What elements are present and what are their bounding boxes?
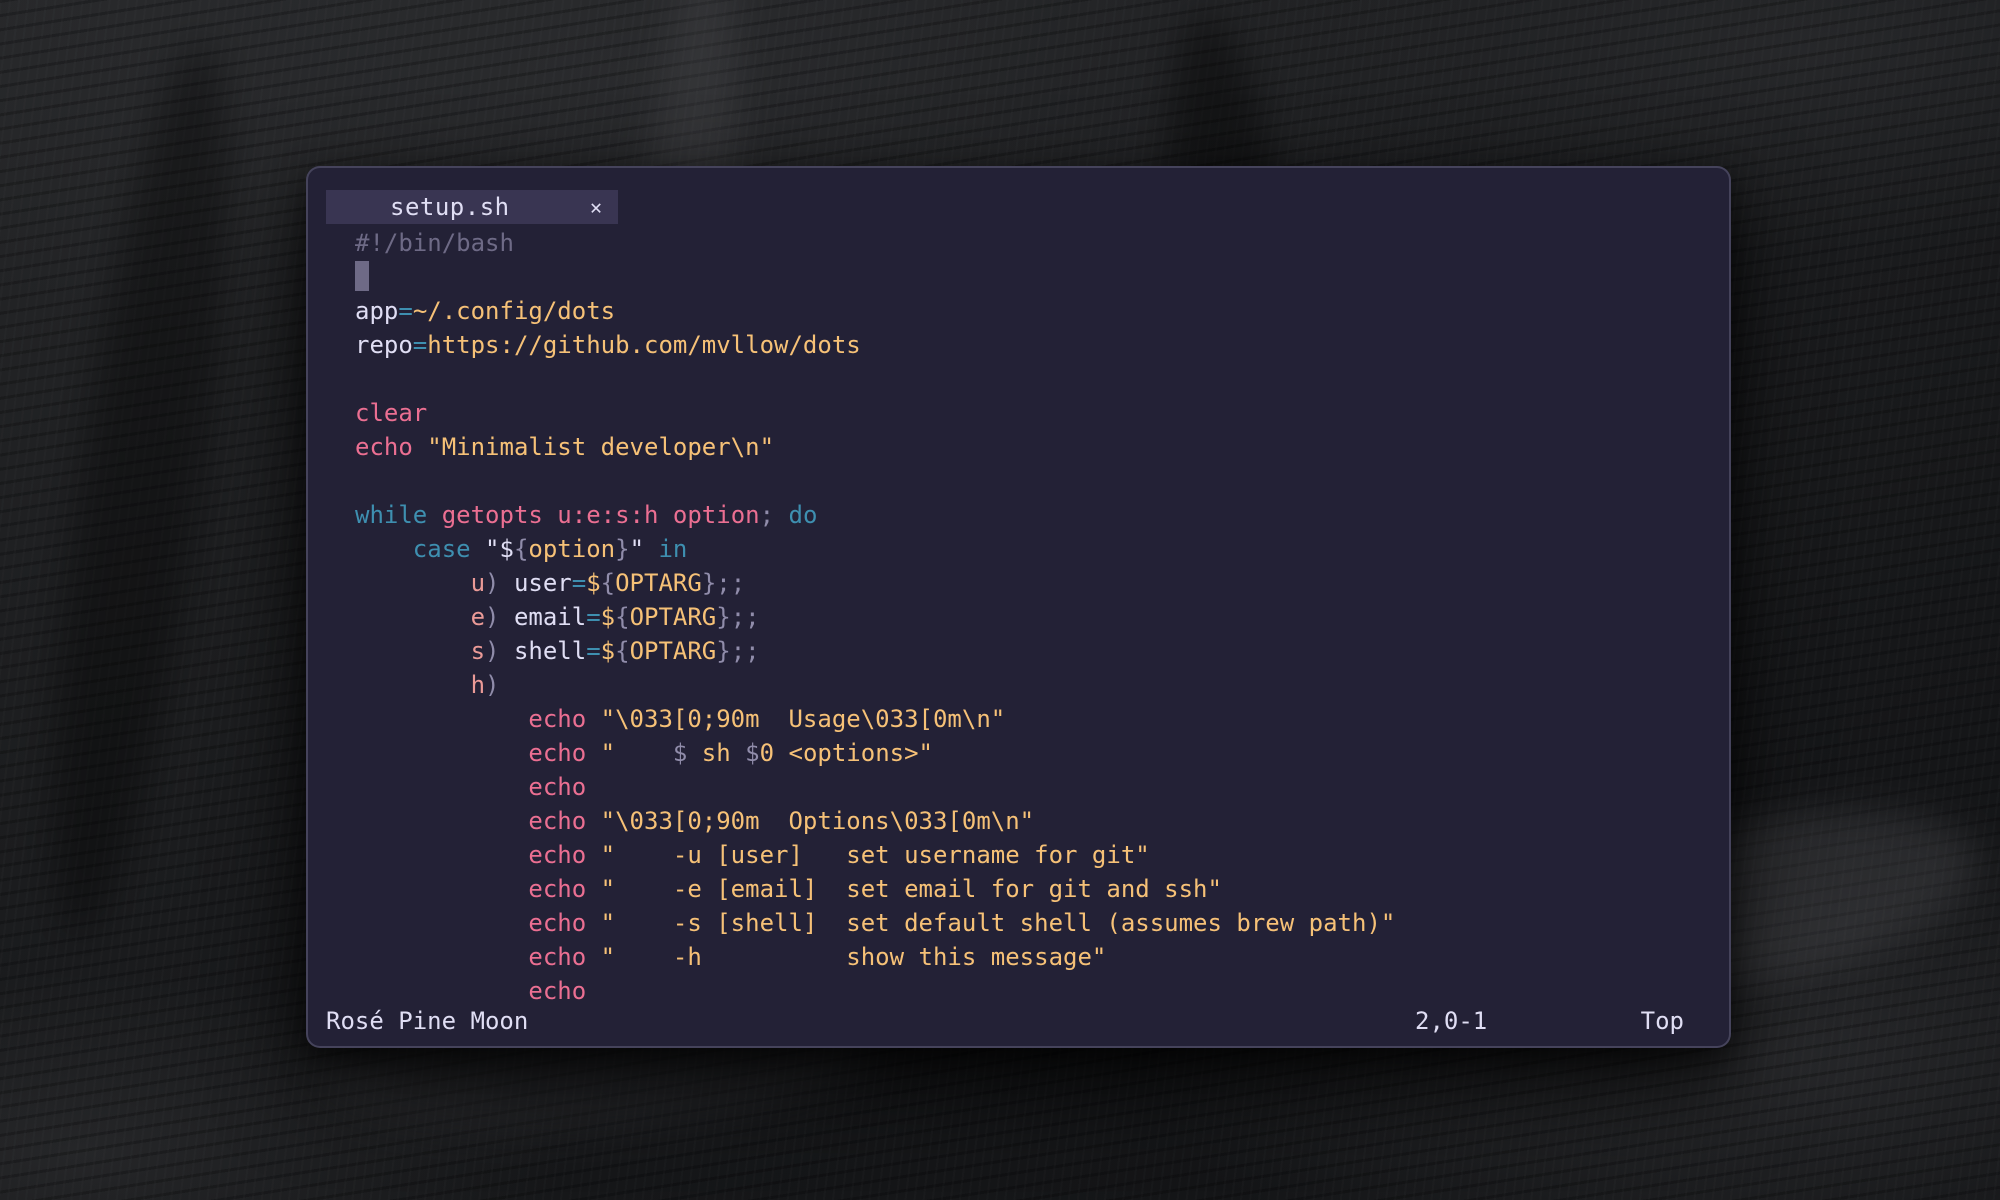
code-line: e) email=${OPTARG};; — [355, 600, 1729, 634]
code-line: repo=https://github.com/mvllow/dots — [355, 328, 1729, 362]
tab-setup-sh[interactable]: setup.sh ✕ — [326, 190, 618, 224]
code-line: echo " -s [shell] set default shell (ass… — [355, 906, 1729, 940]
tab-bar: setup.sh ✕ — [308, 168, 1729, 224]
scroll-position-label: Top — [1641, 1004, 1684, 1038]
close-icon[interactable]: ✕ — [590, 190, 602, 224]
code-line: s) shell=${OPTARG};; — [355, 634, 1729, 668]
code-line: app=~/.config/dots — [355, 294, 1729, 328]
tab-title: setup.sh — [390, 190, 510, 224]
text-cursor — [355, 261, 369, 291]
code-area[interactable]: #!/bin/bash app=~/.config/dotsrepo=https:… — [308, 224, 1729, 1004]
editor-window: setup.sh ✕ #!/bin/bash app=~/.config/dots… — [306, 166, 1731, 1048]
status-bar: Rosé Pine Moon 2,0-1 Top — [308, 1004, 1729, 1038]
code-line — [355, 464, 1729, 498]
code-line: echo "\033[0;90m Usage\033[0m\n" — [355, 702, 1729, 736]
code-line — [355, 260, 1729, 294]
code-line: echo "\033[0;90m Options\033[0m\n" — [355, 804, 1729, 838]
code-line: echo " -e [email] set email for git and … — [355, 872, 1729, 906]
code-line: echo — [355, 770, 1729, 804]
code-line: case "${option}" in — [355, 532, 1729, 566]
code-line: echo " $ sh $0 <options>" — [355, 736, 1729, 770]
paint-streak — [18, 36, 262, 944]
code-line: echo " -h show this message" — [355, 940, 1729, 974]
code-line: echo — [355, 974, 1729, 1004]
code-line: echo " -u [user] set username for git" — [355, 838, 1729, 872]
code-line: h) — [355, 668, 1729, 702]
code-line: echo "Minimalist developer\n" — [355, 430, 1729, 464]
theme-name-label: Rosé Pine Moon — [326, 1004, 528, 1038]
code-line: while getopts u:e:s:h option; do — [355, 498, 1729, 532]
code-line: clear — [355, 396, 1729, 430]
code-line — [355, 362, 1729, 396]
code-line: u) user=${OPTARG};; — [355, 566, 1729, 600]
code-line: #!/bin/bash — [355, 226, 1729, 260]
cursor-position-label: 2,0-1 — [1415, 1004, 1487, 1038]
